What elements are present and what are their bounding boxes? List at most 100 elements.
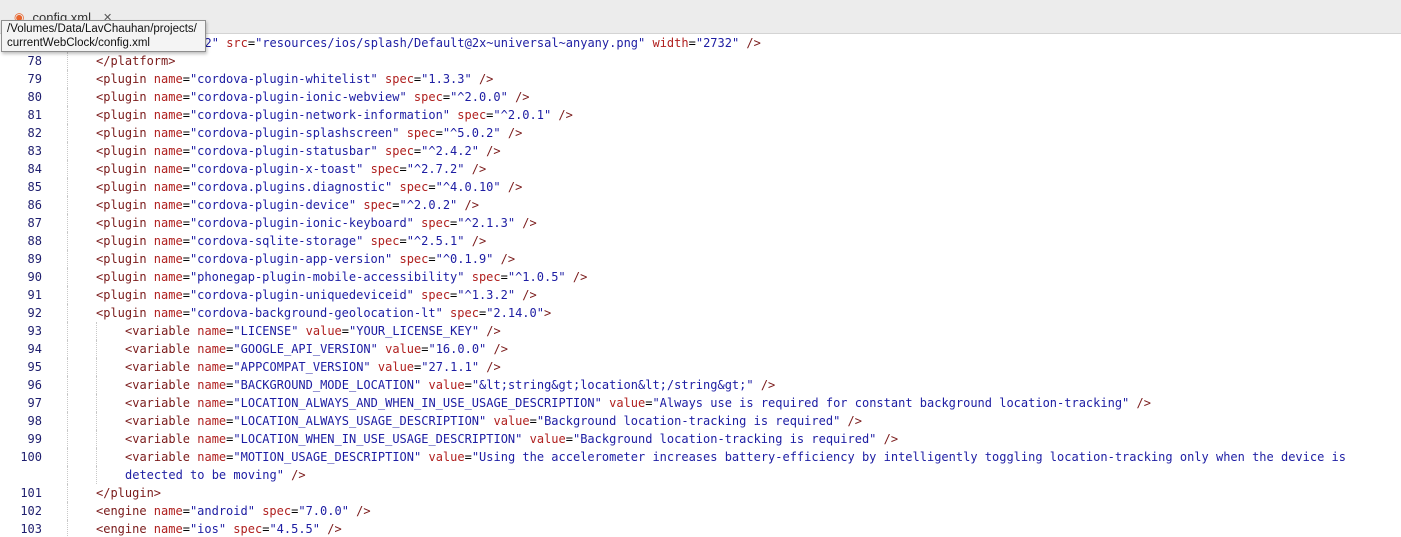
token-attr: spec — [406, 126, 436, 140]
indent-guide — [96, 448, 97, 466]
line-number: 78 — [27, 54, 42, 68]
line-number: 93 — [27, 324, 42, 338]
line-number: 96 — [27, 378, 42, 392]
code-line[interactable]: 82 <plugin name="cordova-plugin-splashscr… — [0, 124, 1401, 142]
code-line[interactable]: 86 <plugin name="cordova-plugin-device" s… — [0, 196, 1401, 214]
token-attr: spec — [385, 144, 414, 158]
token-val: "Using the accelerometer increases batte… — [471, 450, 1347, 464]
token-tag: /> — [457, 198, 479, 212]
indent-guide — [67, 268, 68, 286]
code-line[interactable]: detected to be moving" /> — [0, 466, 1401, 484]
token-attr: spec — [457, 108, 487, 122]
token-attr: name — [197, 432, 227, 446]
token-val: "2732" — [695, 36, 740, 50]
indent-guide — [67, 340, 68, 358]
line-number: 86 — [27, 198, 42, 212]
token-plain: = — [182, 216, 190, 230]
line-code: <variable name="GOOGLE_API_VERSION" valu… — [125, 340, 508, 358]
token-val: "LOCATION_ALWAYS_USAGE_DESCRIPTION" — [233, 414, 487, 428]
token-tag: <engine — [96, 522, 154, 536]
code-line[interactable]: 80 <plugin name="cordova-plugin-ionic-web… — [0, 88, 1401, 106]
code-line[interactable]: 91 <plugin name="cordova-plugin-uniquedev… — [0, 286, 1401, 304]
token-attr: value — [609, 396, 646, 410]
token-tag: </platform> — [96, 54, 176, 68]
token-val: "^2.4.2" — [421, 144, 479, 158]
token-val: "APPCOMPAT_VERSION" — [233, 360, 371, 374]
line-number: 91 — [27, 288, 42, 302]
code-line[interactable]: 85 <plugin name="cordova.plugins.diagnost… — [0, 178, 1401, 196]
file-path-tooltip: /Volumes/Data/LavChauhan/projects/ curre… — [1, 20, 206, 52]
code-line[interactable]: 100 <variable name = "MOTION_USAGE_DESCRIPT… — [0, 448, 1401, 466]
indent-guide — [67, 106, 68, 124]
token-tag: <plugin — [96, 306, 154, 320]
code-editor[interactable]: height="2732" src="resources/ios/splash/… — [0, 34, 1401, 537]
token-plain: = — [182, 522, 190, 536]
token-plain: = — [464, 378, 472, 392]
code-line[interactable]: 98 <variable name = "LOCATION_ALWAYS_USAGE_… — [0, 412, 1401, 430]
line-number: 99 — [27, 432, 42, 446]
code-line[interactable]: 89 <plugin name="cordova-plugin-app-versi… — [0, 250, 1401, 268]
token-val: "cordova.plugins.diagnostic" — [189, 180, 393, 194]
code-line[interactable]: 92 <plugin name="cordova-background-geolo… — [0, 304, 1401, 322]
token-val: "cordova-plugin-whitelist" — [189, 72, 378, 86]
code-line[interactable]: 96 <variable name = "BACKGROUND_MODE_LOCATI… — [0, 376, 1401, 394]
code-line[interactable]: 84 <plugin name="cordova-plugin-x-toast" … — [0, 160, 1401, 178]
indent-guide — [67, 484, 68, 502]
code-line[interactable]: 97 <variable name="LOCATION_ALWAYS_AND_WH… — [0, 394, 1401, 412]
code-line[interactable]: 102 <engine name="android" spec="7.0.0" /… — [0, 502, 1401, 520]
token-tag: <plugin — [96, 288, 154, 302]
token-attr: name — [153, 180, 183, 194]
token-attr: spec — [385, 72, 414, 86]
code-line[interactable]: 87 <plugin name="cordova-plugin-ionic-key… — [0, 214, 1401, 232]
code-line[interactable]: 101 </plugin> — [0, 484, 1401, 502]
token-tag: /> — [753, 378, 776, 392]
line-code: <engine name="ios" spec="4.5.5" /> — [96, 520, 342, 537]
token-tag: /> — [515, 216, 537, 230]
code-line[interactable]: 99 <variable name = "LOCATION_WHEN_IN_USE_U… — [0, 430, 1401, 448]
token-attr: name — [153, 216, 183, 230]
indent-guide — [67, 160, 68, 178]
token-plain: = — [182, 108, 190, 122]
token-val: "^2.0.0" — [450, 90, 508, 104]
token-val: "resources/ios/splash/Default@2x~univers… — [255, 36, 646, 50]
code-line[interactable]: 90 <plugin name="phonegap-plugin-mobile-a… — [0, 268, 1401, 286]
indent-guide — [67, 286, 68, 304]
token-tag: <plugin — [96, 126, 154, 140]
line-number: 90 — [27, 270, 42, 284]
code-line[interactable]: 94 <variable name="GOOGLE_API_VERSION" va… — [0, 340, 1401, 358]
token-tag: <variable — [125, 324, 198, 338]
code-line[interactable]: height="2732" src="resources/ios/splash/… — [0, 34, 1401, 52]
indent-guide — [96, 340, 97, 358]
code-line[interactable]: 83 <plugin name="cordova-plugin-statusbar… — [0, 142, 1401, 160]
line-code: <plugin name="cordova-plugin-ionic-webvi… — [96, 88, 530, 106]
code-line[interactable]: 78 </platform> — [0, 52, 1401, 70]
token-tag: /> — [283, 468, 306, 482]
token-val: "cordova-plugin-splashscreen" — [189, 126, 400, 140]
code-line[interactable]: 81 <plugin name="cordova-plugin-network-i… — [0, 106, 1401, 124]
code-line[interactable]: 95 <variable name="APPCOMPAT_VERSION" val… — [0, 358, 1401, 376]
token-tag: /> — [320, 522, 342, 536]
token-tag: /> — [840, 414, 862, 428]
token-plain: = — [182, 288, 190, 302]
line-number: 103 — [20, 522, 42, 536]
token-attr: name — [153, 270, 183, 284]
code-line[interactable]: 103 <engine name="ios" spec="4.5.5" /> — [0, 520, 1401, 537]
line-number: 87 — [27, 216, 42, 230]
line-number: 89 — [27, 252, 42, 266]
token-tag: <plugin — [96, 72, 154, 86]
token-attr: spec — [399, 252, 429, 266]
token-plain: = — [341, 324, 350, 338]
indent-guide — [67, 124, 68, 142]
token-plain: = — [182, 306, 190, 320]
code-line[interactable]: 93 <variable name="LICENSE" value="YOUR_L… — [0, 322, 1401, 340]
code-line[interactable]: 88 <plugin name="cordova-sqlite-storage" … — [0, 232, 1401, 250]
line-code: <plugin name="cordova-plugin-ionic-keybo… — [96, 214, 537, 232]
token-val: "^5.0.2" — [442, 126, 501, 140]
code-line[interactable]: 79 <plugin name="cordova-plugin-whitelist… — [0, 70, 1401, 88]
indent-guide — [67, 52, 68, 70]
line-number: 97 — [27, 396, 42, 410]
token-plain: = — [529, 414, 537, 428]
